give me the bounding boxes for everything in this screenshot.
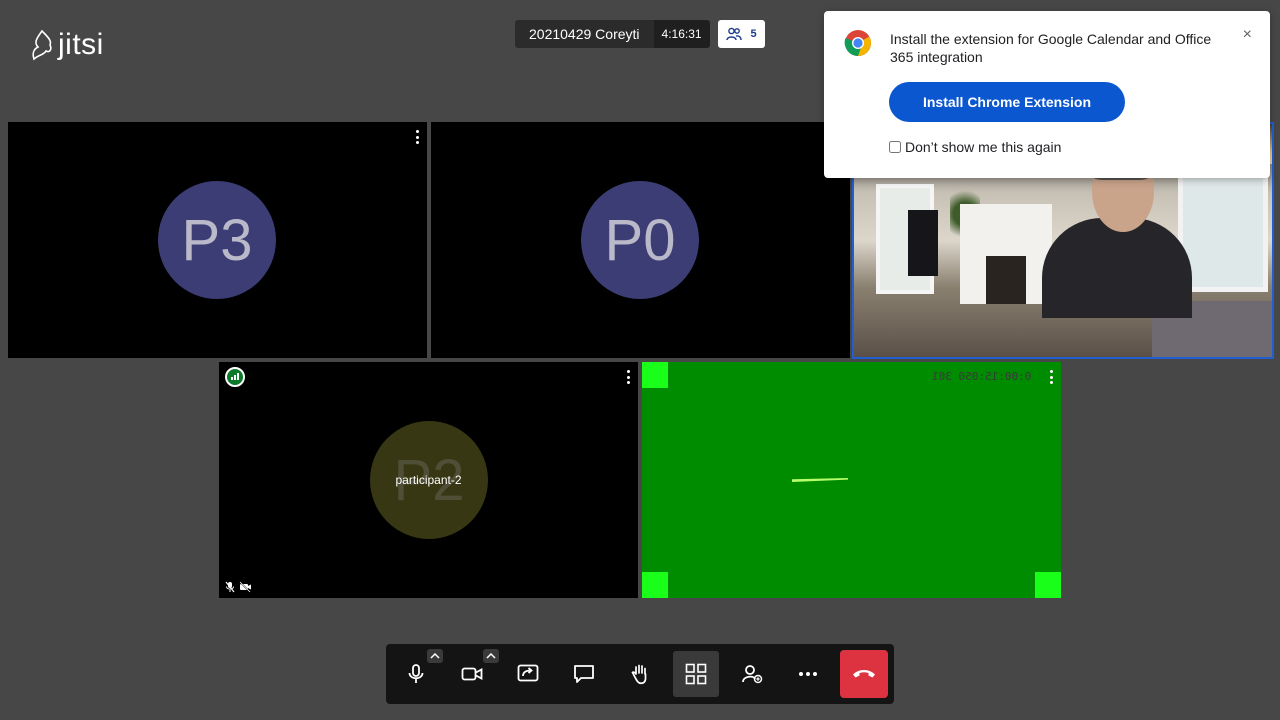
microphone-icon xyxy=(408,664,424,683)
video-timestamp: 0:00:15:050 301 xyxy=(931,370,1031,383)
corner-marker-tl xyxy=(642,362,668,388)
more-options-button[interactable] xyxy=(786,654,830,694)
video-fireplace xyxy=(960,204,1052,304)
more-icon xyxy=(799,672,817,676)
participants-count-button[interactable]: 5 xyxy=(718,20,765,48)
jitsi-logo[interactable]: jitsi xyxy=(30,28,104,62)
meeting-subject-bar: 20210429 Coreyti 4:16:31 xyxy=(515,20,710,48)
camera-icon xyxy=(461,667,483,681)
participant-tile-green[interactable]: 0:00:15:050 301 xyxy=(642,362,1061,598)
participants-icon xyxy=(726,27,743,41)
dont-show-label: Don’t show me this again xyxy=(905,139,1062,155)
share-screen-button[interactable] xyxy=(506,654,550,694)
avatar: P0 xyxy=(581,181,699,299)
participant-display-name: participant-2 xyxy=(395,473,462,487)
tile-menu-icon[interactable] xyxy=(625,370,631,384)
participant-tile-p3[interactable]: P3 xyxy=(8,122,427,358)
mic-muted-icon xyxy=(225,581,235,593)
notification-message: Install the extension for Google Calenda… xyxy=(890,31,1212,65)
avatar: P3 xyxy=(158,181,276,299)
meeting-timer: 4:16:31 xyxy=(653,20,710,48)
status-icons xyxy=(225,581,252,593)
toolbar xyxy=(386,644,894,704)
participant-tile-p2[interactable]: P2 participant-2 xyxy=(219,362,638,598)
corner-marker-bl xyxy=(642,572,668,598)
tile-menu-icon[interactable] xyxy=(414,130,420,144)
connection-indicator-icon[interactable] xyxy=(225,367,245,387)
tile-view-button[interactable] xyxy=(673,651,719,697)
avatar-initials: P3 xyxy=(181,207,253,273)
jitsi-mark-icon xyxy=(32,29,52,61)
video-tv xyxy=(908,210,938,276)
chrome-extension-notification: Install the extension for Google Calenda… xyxy=(824,11,1270,178)
video-person-body xyxy=(1042,218,1192,318)
microphone-button[interactable] xyxy=(394,654,438,694)
participants-count: 5 xyxy=(750,28,757,40)
chat-button[interactable] xyxy=(562,654,606,694)
chat-icon xyxy=(574,665,594,683)
participant-tile-p0[interactable]: P0 xyxy=(431,122,850,358)
meeting-subject: 20210429 Coreyti xyxy=(515,20,654,48)
share-screen-icon xyxy=(517,664,539,682)
dont-show-again[interactable]: Don’t show me this again xyxy=(889,139,1061,155)
video-streak xyxy=(792,478,848,482)
logo-text: jitsi xyxy=(58,28,104,61)
camera-muted-icon xyxy=(239,581,251,593)
invite-icon xyxy=(742,665,763,684)
camera-button[interactable] xyxy=(450,654,494,694)
dont-show-checkbox[interactable] xyxy=(889,141,901,153)
close-icon[interactable]: × xyxy=(1243,26,1252,44)
avatar-initials: P0 xyxy=(604,207,676,273)
raise-hand-icon xyxy=(631,664,647,685)
raise-hand-button[interactable] xyxy=(618,654,662,694)
tile-menu-icon[interactable] xyxy=(1048,370,1054,384)
chrome-icon xyxy=(844,30,872,57)
invite-button[interactable] xyxy=(730,654,774,694)
tile-view-icon xyxy=(685,663,707,685)
corner-marker-br xyxy=(1035,572,1061,598)
hangup-button[interactable] xyxy=(840,650,888,698)
install-extension-button[interactable]: Install Chrome Extension xyxy=(889,82,1125,122)
hangup-icon xyxy=(853,670,875,678)
